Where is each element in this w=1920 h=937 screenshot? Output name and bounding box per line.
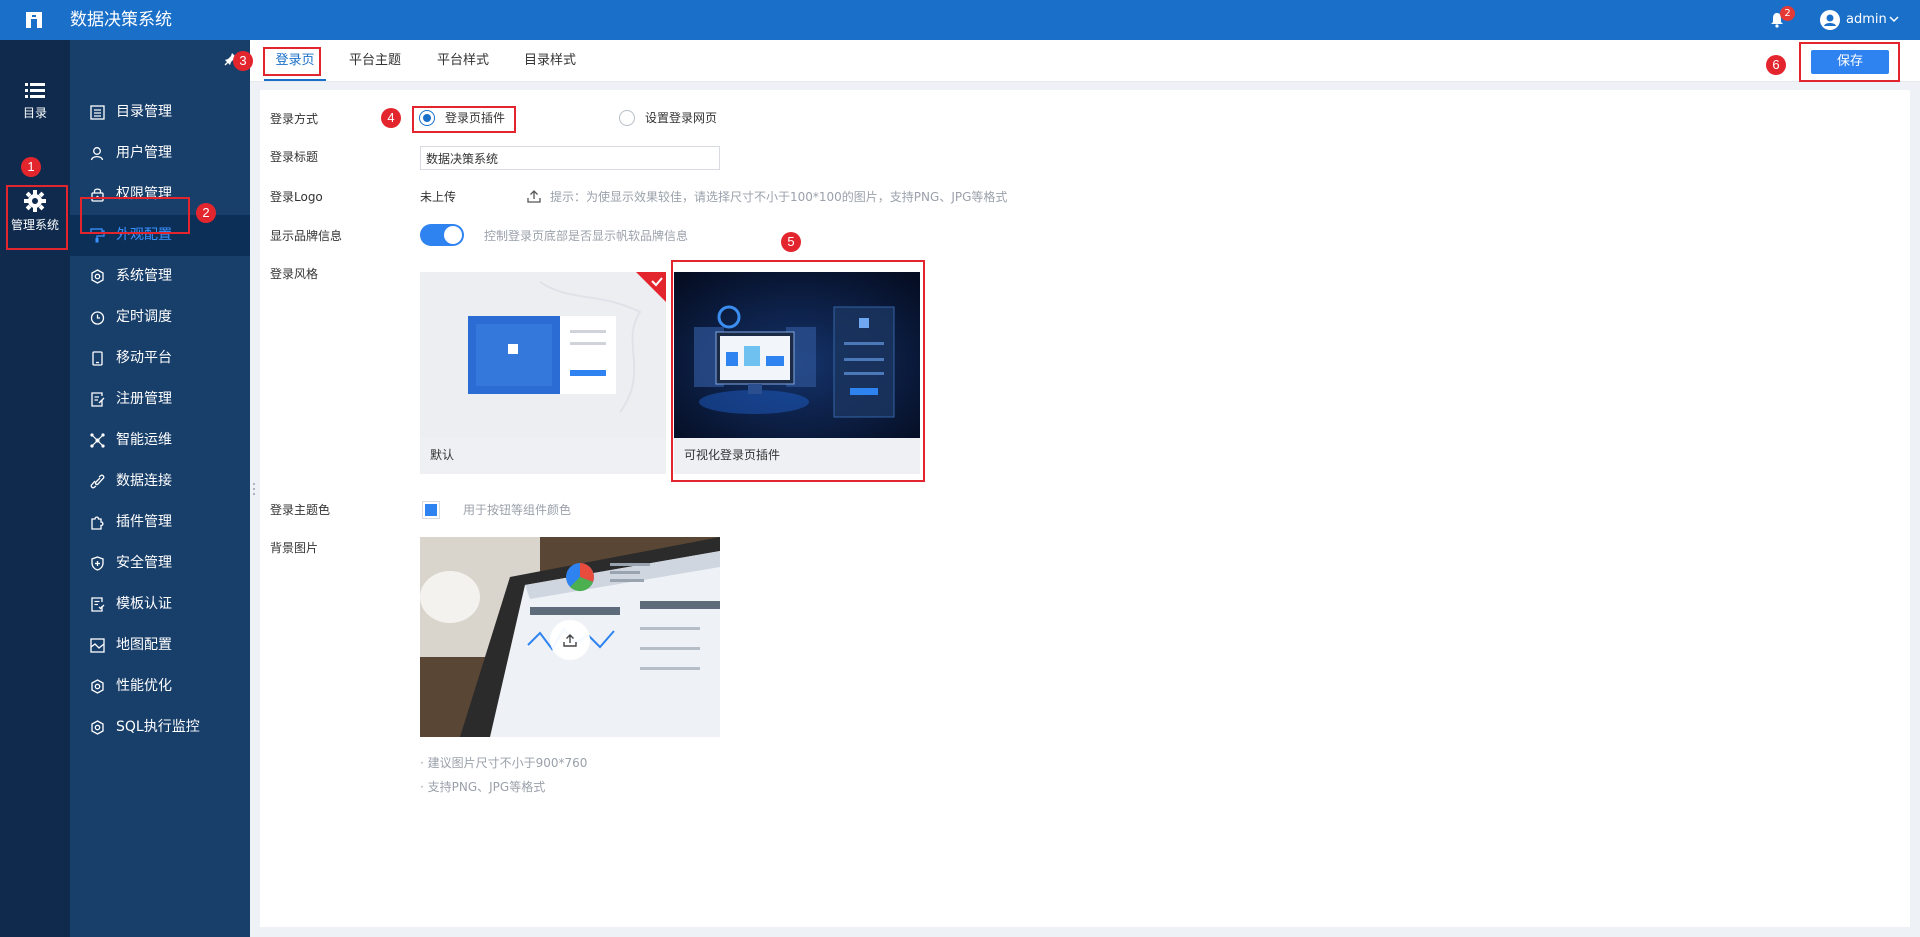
upload-icon[interactable] — [527, 189, 541, 203]
default-style-label: 默认 — [430, 448, 455, 462]
chevron-down-icon[interactable] — [1888, 13, 1900, 25]
notification-badge: 2 — [1780, 6, 1795, 21]
sidebar-item-sql-monitor[interactable]: SQL执行监控 — [70, 707, 250, 748]
sidebar-item-plugin-management[interactable]: 插件管理 — [70, 502, 250, 543]
callout-box-appearance-config — [80, 197, 190, 234]
sidebar-item-label: 注册管理 — [116, 391, 172, 407]
brand-info-label: 显示品牌信息 — [270, 229, 343, 243]
brand-info-hint: 控制登录页底部是否显示帆软品牌信息 — [484, 229, 689, 243]
sidebar-item-label: SQL执行监控 — [116, 719, 200, 735]
tab-bar — [250, 40, 1920, 82]
user-icon — [90, 147, 104, 161]
background-image-label: 背景图片 — [270, 541, 319, 555]
network-icon — [90, 433, 105, 448]
callout-box-management-system — [6, 185, 68, 250]
background-size-note: · 建议图片尺寸不小于900*760 — [420, 756, 588, 770]
default-style-preview — [420, 272, 666, 438]
user-name[interactable]: admin — [1846, 12, 1887, 28]
radio-login-webpage-label[interactable]: 设置登录网页 — [645, 111, 717, 126]
login-style-label: 登录风格 — [270, 267, 319, 281]
sidebar-item-smart-ops[interactable]: 智能运维 — [70, 420, 250, 461]
link-icon — [90, 474, 105, 489]
panel-resize-handle[interactable] — [251, 482, 257, 496]
sidebar-item-label: 安全管理 — [116, 555, 172, 571]
sidebar-item-label: 插件管理 — [116, 514, 172, 530]
sidebar-item-label: 目录管理 — [116, 104, 172, 120]
sidebar-item-label: 用户管理 — [116, 145, 172, 161]
app-logo-icon — [26, 12, 42, 28]
performance-icon — [91, 679, 104, 694]
sidebar-item-registration[interactable]: 注册管理 — [70, 379, 250, 420]
sidebar-item-scheduling[interactable]: 定时调度 — [70, 297, 250, 338]
sidebar-item-data-connection[interactable]: 数据连接 — [70, 461, 250, 502]
rail-item-label: 目录 — [22, 106, 47, 120]
callout-badge: 5 — [781, 232, 801, 252]
callout-badge: 3 — [233, 51, 253, 71]
sidebar-item-system-management[interactable]: 系统管理 — [70, 256, 250, 297]
sidebar-item-mobile-platform[interactable]: 移动平台 — [70, 338, 250, 379]
sidebar-item-label: 移动平台 — [116, 350, 172, 366]
login-title-input[interactable] — [420, 146, 720, 170]
background-format-note: · 支持PNG、JPG等格式 — [420, 780, 546, 794]
sidebar-item-security-management[interactable]: 安全管理 — [70, 543, 250, 584]
user-avatar-icon — [1824, 14, 1836, 26]
catalog-icon — [90, 105, 105, 120]
sidebar-item-template-certification[interactable]: 模板认证 — [70, 584, 250, 625]
callout-box-login-plugin — [412, 106, 516, 133]
login-method-label: 登录方式 — [270, 112, 319, 126]
theme-color-swatch[interactable] — [422, 501, 440, 519]
avatar[interactable] — [1820, 10, 1840, 30]
sidebar-item-label: 地图配置 — [116, 637, 172, 653]
sidebar-item-label: 模板认证 — [116, 596, 172, 612]
map-icon — [90, 638, 105, 653]
settings-icon — [91, 269, 104, 284]
mobile-icon — [92, 351, 103, 366]
theme-color-label: 登录主题色 — [270, 503, 331, 517]
puzzle-icon — [91, 516, 104, 530]
clock-icon — [90, 311, 105, 325]
logo-status: 未上传 — [420, 190, 457, 204]
callout-badge: 4 — [381, 108, 401, 128]
tab-platform-style[interactable]: 平台样式 — [433, 40, 493, 81]
sidebar-item-label: 性能优化 — [116, 678, 172, 694]
selected-check-icon — [636, 272, 666, 302]
template-icon — [91, 597, 105, 612]
callout-badge: 6 — [1766, 55, 1786, 75]
login-logo-label: 登录Logo — [270, 190, 323, 204]
sidebar-item-label: 智能运维 — [116, 432, 172, 448]
logo-hint: 提示：为使显示效果较佳，请选择尺寸不小于100*100的图片，支持PNG、JPG… — [550, 190, 1008, 204]
sidebar-item-performance[interactable]: 性能优化 — [70, 666, 250, 707]
callout-badge: 2 — [196, 203, 216, 223]
tab-catalog-style[interactable]: 目录样式 — [520, 40, 580, 81]
sidebar-item-user-management[interactable]: 用户管理 — [70, 133, 250, 174]
sidebar: 目录管理 用户管理 权限管理 外观配置 系统管理 定时调度 移动平台 注册管理 … — [70, 40, 250, 937]
register-icon — [91, 392, 105, 407]
brand-info-toggle[interactable] — [420, 224, 464, 246]
theme-color-hint: 用于按钮等组件颜色 — [463, 503, 572, 517]
callout-box-save — [1799, 42, 1900, 82]
upload-background-button[interactable] — [550, 620, 590, 660]
tab-platform-theme[interactable]: 平台主题 — [345, 40, 405, 81]
upload-icon — [563, 634, 577, 647]
app-title: 数据决策系统 — [70, 10, 172, 30]
sidebar-item-label: 数据连接 — [116, 473, 172, 489]
monitor-icon — [91, 720, 104, 735]
shield-icon — [91, 556, 104, 571]
login-title-label: 登录标题 — [270, 150, 319, 164]
top-bar: 数据决策系统 2 admin — [0, 0, 1920, 40]
sidebar-item-catalog-management[interactable]: 目录管理 — [70, 92, 250, 133]
list-icon — [25, 83, 45, 98]
callout-box-login-tab — [263, 47, 321, 76]
radio-login-webpage[interactable] — [619, 110, 635, 126]
callout-box-visual-plugin-style — [671, 260, 925, 482]
sidebar-item-map-config[interactable]: 地图配置 — [70, 625, 250, 666]
sidebar-item-label: 系统管理 — [116, 268, 172, 284]
callout-badge: 1 — [21, 157, 41, 177]
rail-item-catalog[interactable]: 目录 — [0, 82, 70, 144]
login-style-card-default[interactable]: 默认 — [420, 272, 666, 474]
sidebar-item-label: 定时调度 — [116, 309, 172, 325]
